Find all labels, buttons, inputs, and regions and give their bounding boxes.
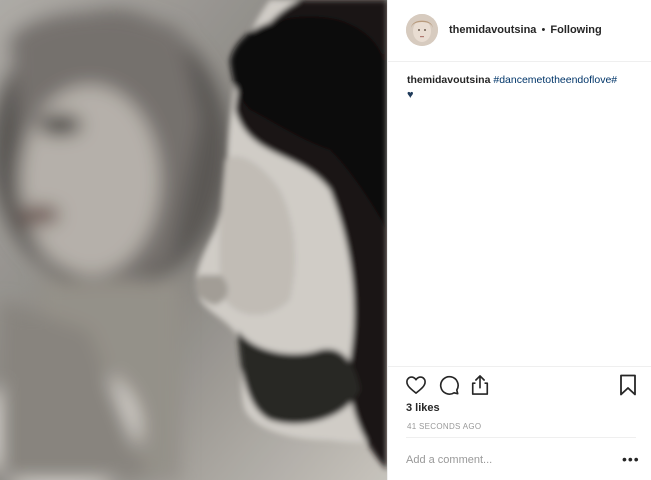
actions-divider xyxy=(388,366,651,367)
post-header: themidavoutsina • Following xyxy=(388,0,651,62)
like-button[interactable] xyxy=(405,375,427,400)
more-options-button[interactable]: ••• xyxy=(622,452,640,466)
post-timestamp[interactable]: 41 SECONDS AGO xyxy=(407,422,481,431)
username-link[interactable]: themidavoutsina xyxy=(449,24,536,36)
heart-emoji: ♥ xyxy=(407,89,414,101)
photo-image xyxy=(0,0,387,480)
avatar-image xyxy=(406,14,438,46)
caption-hashtag[interactable]: #dancemetotheendoflove# xyxy=(493,74,617,86)
likes-count[interactable]: 3 likes xyxy=(406,402,440,414)
caption-username[interactable]: themidavoutsina xyxy=(407,74,490,86)
post-photo[interactable] xyxy=(0,0,387,480)
post-caption: themidavoutsina #dancemetotheendoflove# … xyxy=(407,73,637,103)
comment-divider xyxy=(406,437,636,438)
share-icon xyxy=(471,375,489,395)
following-button[interactable]: Following xyxy=(550,24,601,36)
header-separator: • xyxy=(541,24,546,36)
share-button[interactable] xyxy=(470,374,490,401)
save-button[interactable] xyxy=(619,374,637,401)
speech-bubble-icon xyxy=(439,375,459,395)
header-text: themidavoutsina • Following xyxy=(449,24,602,36)
bookmark-icon xyxy=(620,374,636,396)
post-side-panel: themidavoutsina • Following themidavouts… xyxy=(387,0,651,480)
comment-button[interactable] xyxy=(438,374,460,401)
comment-input[interactable] xyxy=(406,452,606,468)
avatar[interactable] xyxy=(406,14,438,46)
heart-outline-icon xyxy=(406,376,426,394)
